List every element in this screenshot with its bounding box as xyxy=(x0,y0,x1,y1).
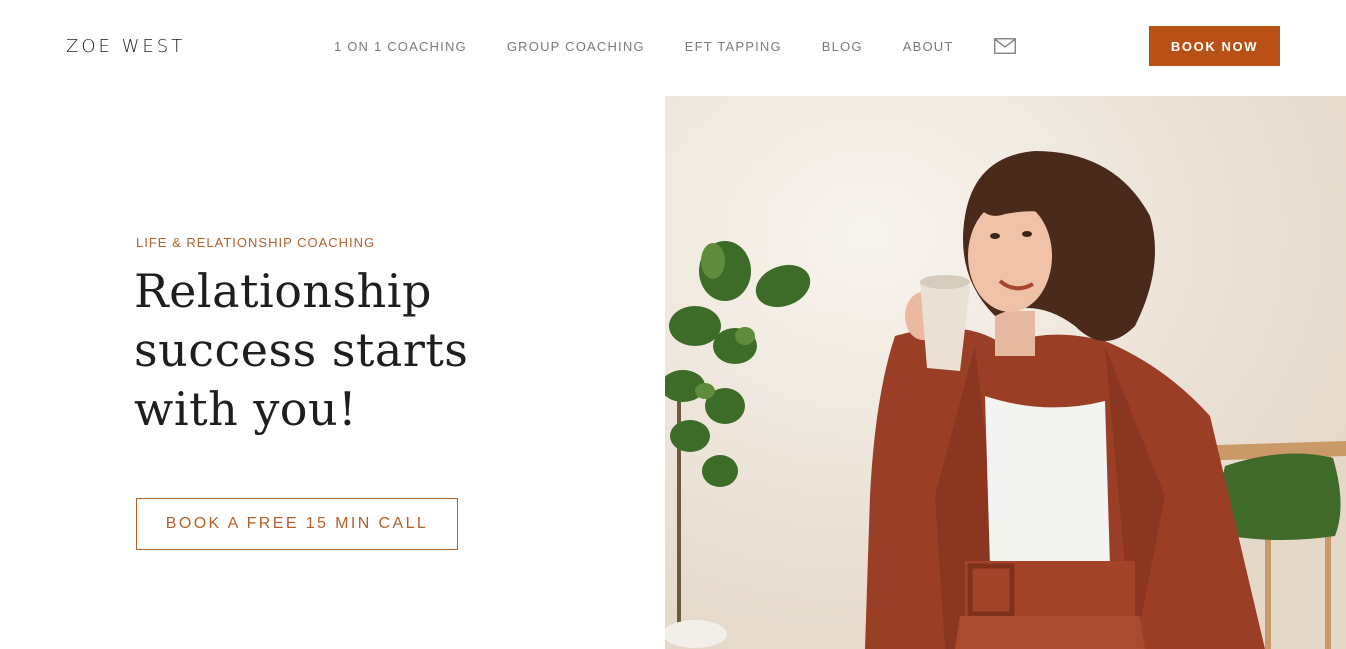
hero-photo xyxy=(665,96,1346,649)
main-nav: 1 ON 1 COACHING GROUP COACHING EFT TAPPI… xyxy=(334,38,1016,54)
hero-eyebrow: LIFE & RELATIONSHIP COACHING xyxy=(136,235,376,250)
nav-link-1on1-coaching[interactable]: 1 ON 1 COACHING xyxy=(334,39,467,54)
book-now-button[interactable]: BOOK NOW xyxy=(1149,26,1280,66)
book-free-call-button[interactable]: BOOK A FREE 15 MIN CALL xyxy=(136,498,458,550)
nav-link-group-coaching[interactable]: GROUP COACHING xyxy=(507,39,645,54)
mail-icon[interactable] xyxy=(993,38,1016,54)
nav-link-eft-tapping[interactable]: EFT TAPPING xyxy=(685,39,782,54)
nav-link-about[interactable]: ABOUT xyxy=(903,39,954,54)
nav-link-blog[interactable]: BLOG xyxy=(822,39,863,54)
site-logo[interactable]: ZOE WEST xyxy=(66,36,185,57)
hero-headline: Relationship success starts with you! xyxy=(134,264,469,436)
